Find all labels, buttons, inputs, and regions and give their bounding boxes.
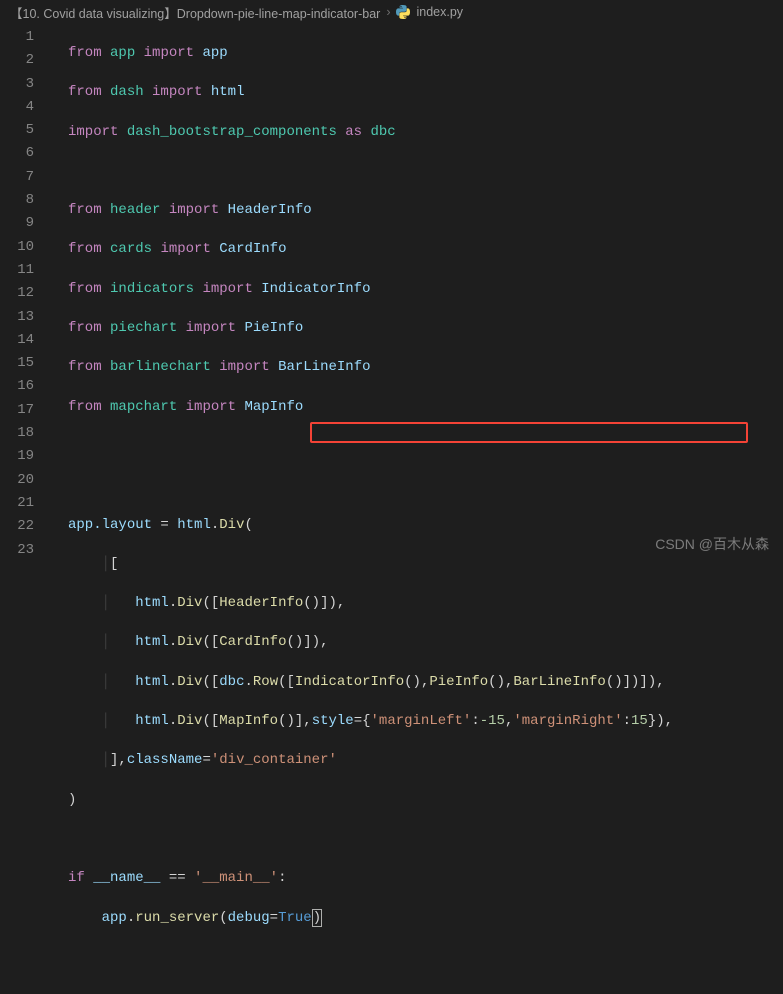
line-number: 8 <box>0 189 52 212</box>
line-number: 6 <box>0 142 52 165</box>
line-number: 23 <box>0 539 52 562</box>
code-line[interactable] <box>52 474 783 497</box>
line-number: 20 <box>0 469 52 492</box>
line-number: 19 <box>0 445 52 468</box>
code-line[interactable] <box>52 828 783 851</box>
breadcrumb-seg-2[interactable]: index.py <box>416 5 463 19</box>
code-line[interactable]: from cards import CardInfo <box>52 238 783 261</box>
code-line[interactable]: │ html.Div([HeaderInfo()]), <box>52 592 783 615</box>
code-area[interactable]: from app import app from dash import htm… <box>52 24 783 564</box>
line-number: 21 <box>0 492 52 515</box>
code-line[interactable]: app.layout = html.Div( <box>52 514 783 537</box>
line-number: 13 <box>0 306 52 329</box>
code-line[interactable]: from header import HeaderInfo <box>52 199 783 222</box>
code-line[interactable]: from indicators import IndicatorInfo <box>52 278 783 301</box>
line-number: 3 <box>0 73 52 96</box>
code-line[interactable]: from mapchart import MapInfo <box>52 396 783 419</box>
code-line[interactable]: ) <box>52 789 783 812</box>
code-line[interactable]: │],className='div_container' <box>52 749 783 772</box>
code-line[interactable]: │ html.Div([CardInfo()]), <box>52 631 783 654</box>
line-number: 17 <box>0 399 52 422</box>
line-number: 14 <box>0 329 52 352</box>
line-number: 7 <box>0 166 52 189</box>
code-line[interactable]: │ html.Div([dbc.Row([IndicatorInfo(),Pie… <box>52 671 783 694</box>
line-number: 5 <box>0 119 52 142</box>
line-number: 1 <box>0 26 52 49</box>
code-line[interactable]: if __name__ == '__main__': <box>52 867 783 890</box>
line-number: 2 <box>0 49 52 72</box>
line-number: 9 <box>0 212 52 235</box>
line-number-gutter: 1 2 3 4 5 6 7 8 9 10 11 12 13 14 15 16 1… <box>0 24 52 564</box>
breadcrumb-seg-1[interactable]: 【10. Covid data visualizing】Dropdown-pie… <box>10 3 380 22</box>
code-line[interactable]: from piechart import PieInfo <box>52 317 783 340</box>
code-line[interactable] <box>52 435 783 458</box>
chevron-right-icon: › <box>386 5 390 19</box>
line-number: 18 <box>0 422 52 445</box>
line-number: 15 <box>0 352 52 375</box>
line-number: 10 <box>0 236 52 259</box>
line-number: 11 <box>0 259 52 282</box>
code-line[interactable]: │ html.Div([MapInfo()],style={'marginLef… <box>52 710 783 733</box>
code-line[interactable] <box>52 160 783 183</box>
code-line[interactable]: app.run_server(debug=True) <box>52 907 783 930</box>
line-number: 22 <box>0 515 52 538</box>
python-file-icon <box>396 5 410 19</box>
line-number: 16 <box>0 375 52 398</box>
code-line[interactable]: from dash import html <box>52 81 783 104</box>
line-number: 4 <box>0 96 52 119</box>
code-line[interactable]: import dash_bootstrap_components as dbc <box>52 121 783 144</box>
code-line[interactable]: from barlinechart import BarLineInfo <box>52 356 783 379</box>
code-editor[interactable]: 1 2 3 4 5 6 7 8 9 10 11 12 13 14 15 16 1… <box>0 24 783 564</box>
line-number: 12 <box>0 282 52 305</box>
code-line[interactable]: │[ <box>52 553 783 576</box>
breadcrumb[interactable]: 【10. Covid data visualizing】Dropdown-pie… <box>0 0 783 24</box>
code-line[interactable]: from app import app <box>52 42 783 65</box>
